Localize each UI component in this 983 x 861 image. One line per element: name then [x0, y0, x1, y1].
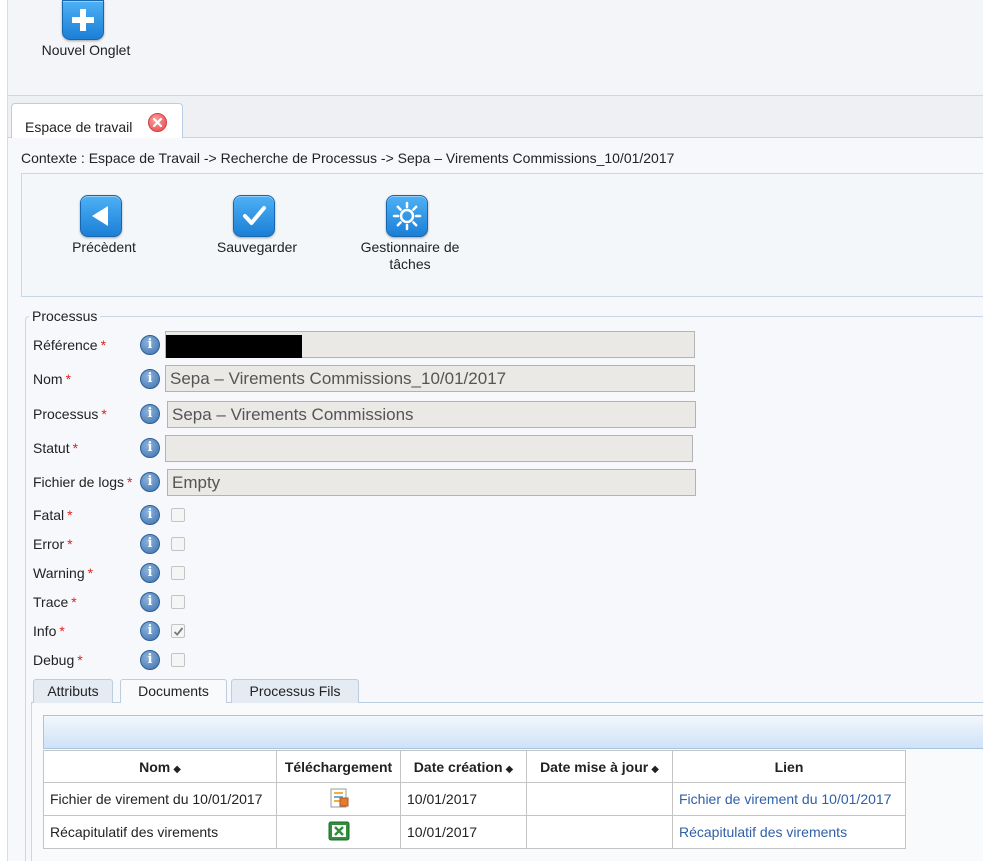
required-marker: *: [100, 337, 107, 353]
sort-icon: ◆: [505, 763, 514, 775]
cell-download: [276, 782, 401, 816]
task-manager-button[interactable]: [386, 195, 428, 237]
plus-icon: [62, 0, 104, 40]
info-icon[interactable]: i: [140, 369, 160, 389]
trace-checkbox[interactable]: [171, 595, 185, 609]
previous-button[interactable]: [80, 195, 122, 237]
info-icon[interactable]: i: [140, 335, 160, 355]
gear-icon: [386, 195, 428, 237]
tab-workspace-label: Espace de travail: [25, 119, 133, 135]
info-icon[interactable]: i: [140, 438, 160, 458]
arrow-left-icon: [80, 195, 122, 237]
tab-processus-fils[interactable]: Processus Fils: [231, 679, 359, 703]
warning-checkbox[interactable]: [171, 566, 185, 580]
action-panel: [21, 173, 983, 297]
cell-date-maj: [526, 782, 673, 816]
info-checkbox[interactable]: [171, 624, 185, 638]
table-row: Fichier de virement du 10/01/2017 10/01/…: [43, 782, 906, 816]
cell-date-creation: 10/01/2017: [400, 782, 527, 816]
save-label[interactable]: Sauvegarder: [204, 239, 310, 256]
tab-attributs[interactable]: Attributs: [33, 679, 113, 703]
new-tab-button[interactable]: [62, 0, 104, 40]
warning-label: Warning *: [33, 565, 94, 581]
document-link[interactable]: Fichier de virement du 10/01/2017: [672, 782, 906, 816]
info-icon[interactable]: i: [140, 650, 160, 670]
previous-label[interactable]: Précèdent: [52, 239, 156, 256]
statut-label: Statut *: [33, 440, 79, 456]
info-icon[interactable]: i: [140, 621, 160, 641]
table-row: Récapitulatif des virements 10/01/2017 R…: [43, 815, 906, 849]
column-header-lien: Lien: [672, 750, 906, 783]
cell-date-creation: 10/01/2017: [400, 815, 527, 849]
grid-toolbar: [43, 715, 983, 749]
task-manager-label-line2: tâches: [389, 256, 431, 272]
table-header-row: Nom ◆ Téléchargement Date création ◆ Date …: [43, 750, 906, 783]
logs-field[interactable]: Empty: [167, 469, 696, 496]
sort-icon: ◆: [173, 763, 181, 775]
error-checkbox[interactable]: [171, 537, 185, 551]
document-icon[interactable]: [328, 788, 350, 811]
checkmark-icon: [233, 195, 275, 237]
column-header-nom[interactable]: Nom ◆: [43, 750, 277, 783]
fatal-checkbox[interactable]: [171, 508, 185, 522]
top-toolbar: [7, 0, 983, 96]
debug-label: Debug *: [33, 652, 83, 668]
info-icon[interactable]: i: [140, 505, 160, 525]
tab-workspace[interactable]: Espace de travail: [11, 103, 183, 139]
sort-icon: ◆: [651, 763, 659, 775]
document-link[interactable]: Récapitulatif des virements: [672, 815, 906, 849]
statut-field[interactable]: [165, 435, 693, 462]
column-header-date-creation[interactable]: Date création ◆: [400, 750, 527, 783]
new-tab-label[interactable]: Nouvel Onglet: [30, 42, 142, 59]
debug-checkbox[interactable]: [171, 653, 185, 667]
fatal-label: Fatal *: [33, 507, 73, 523]
logs-label: Fichier de logs *: [33, 474, 133, 490]
column-header-telechargement: Téléchargement: [276, 750, 401, 783]
info-icon[interactable]: i: [140, 404, 160, 424]
cell-nom: Récapitulatif des virements: [43, 815, 277, 849]
info-icon[interactable]: i: [140, 472, 160, 492]
info-icon[interactable]: i: [140, 592, 160, 612]
cell-date-maj: [526, 815, 673, 849]
error-label: Error *: [33, 536, 73, 552]
reference-label: Référence *: [33, 337, 107, 353]
info-icon[interactable]: i: [140, 534, 160, 554]
excel-icon[interactable]: [328, 821, 350, 844]
save-button[interactable]: [233, 195, 275, 237]
processus-label: Processus *: [33, 406, 107, 422]
reference-field[interactable]: [165, 331, 695, 358]
nom-field[interactable]: Sepa – Virements Commissions_10/01/2017: [165, 365, 695, 392]
documents-table: Nom ◆ Téléchargement Date création ◆ Date …: [43, 750, 906, 849]
info-icon[interactable]: i: [140, 563, 160, 583]
task-manager-label[interactable]: Gestionnaire de tâches: [348, 239, 472, 273]
info-level-label: Info *: [33, 623, 65, 639]
checkmark-icon: [173, 627, 184, 636]
tab-documents[interactable]: Documents: [120, 679, 227, 704]
column-header-date-maj[interactable]: Date mise à jour ◆: [526, 750, 673, 783]
trace-label: Trace *: [33, 594, 77, 610]
cell-download: [276, 815, 401, 849]
cell-nom: Fichier de virement du 10/01/2017: [43, 782, 277, 816]
fieldset-legend: Processus: [29, 308, 101, 324]
close-icon[interactable]: [148, 113, 167, 132]
redacted-block: [166, 335, 302, 358]
nom-label: Nom *: [33, 371, 72, 387]
task-manager-label-line1: Gestionnaire de: [360, 239, 460, 255]
processus-field[interactable]: Sepa – Virements Commissions: [167, 401, 696, 428]
breadcrumb: Contexte : Espace de Travail -> Recherch…: [21, 150, 675, 166]
